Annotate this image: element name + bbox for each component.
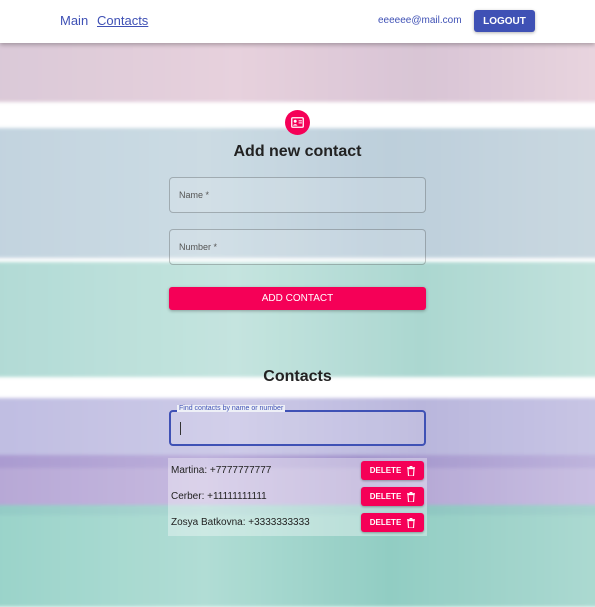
search-input[interactable]: Find contacts by name or number [169,405,426,446]
number-field-label: Number * [179,242,218,252]
user-email: eeeeee@mail.com [378,15,462,26]
contacts-list: Martina: +7777777777 DELETE Cerber: +111… [168,458,427,536]
contact-entry: Martina: +7777777777 [171,465,272,476]
delete-button-label: DELETE [369,492,402,501]
delete-button[interactable]: DELETE [361,461,424,480]
add-contact-title: Add new contact [233,143,362,160]
contacts-title: Contacts [263,368,332,385]
list-item: Martina: +7777777777 DELETE [168,458,427,484]
contact-entry: Cerber: +11111111111 [171,491,267,502]
contact-card-icon [285,110,310,135]
add-contact-button[interactable]: ADD CONTACT [169,287,426,310]
text-caret [180,422,181,435]
logout-button[interactable]: LOGOUT [474,10,535,32]
delete-button[interactable]: DELETE [361,513,424,532]
delete-button-label: DELETE [369,466,402,475]
list-item: Cerber: +11111111111 DELETE [168,484,427,510]
nav-link-contacts[interactable]: Contacts [97,13,148,28]
app-header: Main Contacts eeeeee@mail.com LOGOUT [0,0,595,43]
search-input-label: Find contacts by name or number [177,405,286,412]
delete-button[interactable]: DELETE [361,487,424,506]
trash-icon [407,465,416,476]
number-field[interactable]: Number * [169,229,426,265]
trash-icon [407,491,416,502]
contact-entry: Zosya Batkovna: +3333333333 [171,517,310,528]
trash-icon [407,517,416,528]
nav-link-main[interactable]: Main [60,13,88,28]
delete-button-label: DELETE [369,518,402,527]
list-item: Zosya Batkovna: +3333333333 DELETE [168,510,427,536]
name-field[interactable]: Name * [169,177,426,213]
name-field-label: Name * [179,190,210,200]
